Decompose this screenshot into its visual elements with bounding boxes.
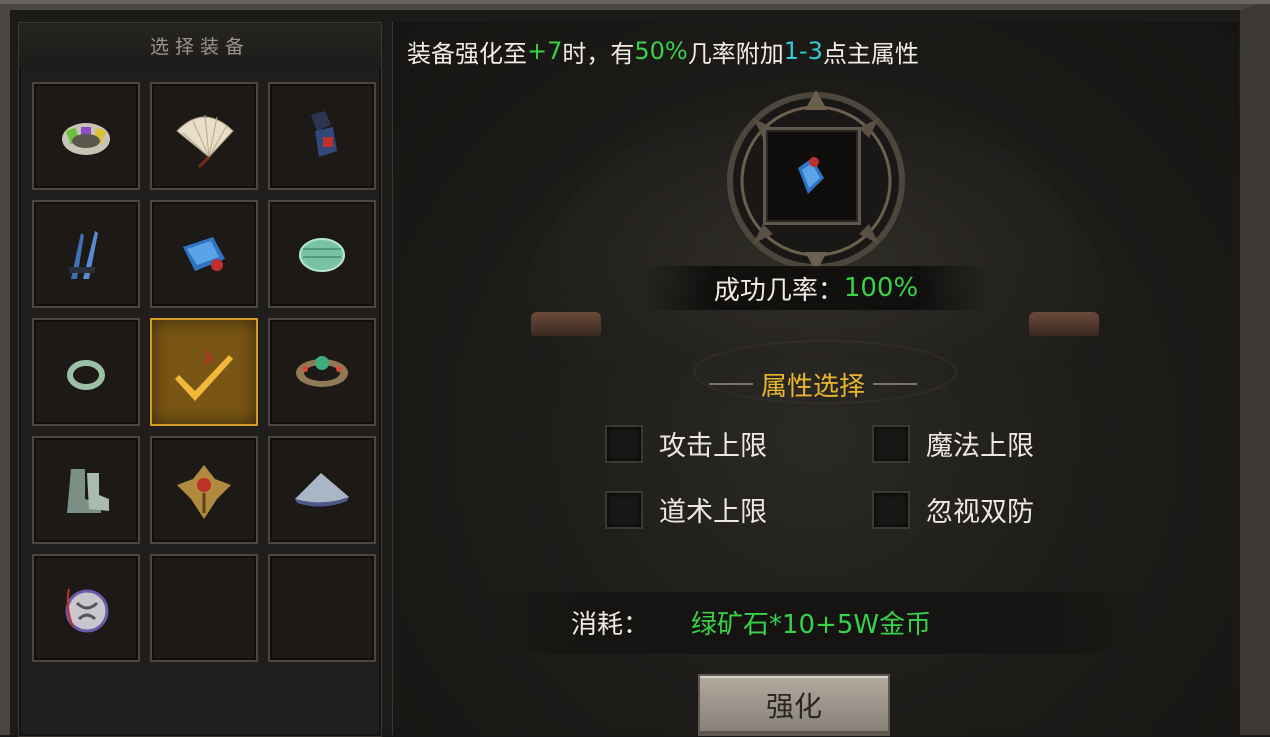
jeweled-ring-icon	[296, 356, 348, 387]
boots-icon	[67, 469, 109, 513]
enhance-button[interactable]: 强化	[698, 674, 890, 736]
equipment-slot-11[interactable]	[150, 436, 258, 544]
option-taoism-max[interactable]: 道术上限	[605, 490, 767, 529]
attack-max-label: 攻击上限	[659, 431, 767, 462]
eagle-amulet-icon	[177, 465, 231, 519]
taoism-max-label: 道术上限	[659, 497, 767, 528]
option-ignore-defense[interactable]: 忽视双防	[872, 490, 1034, 529]
medallion-icon	[65, 588, 109, 633]
jade-ring-icon	[67, 360, 105, 390]
target-equipment-slot[interactable]	[763, 127, 861, 225]
attribute-select-title: 属性选择	[693, 364, 933, 404]
panel-title: 选择装备	[19, 23, 381, 67]
option-attack-max[interactable]: 攻击上限	[605, 424, 767, 463]
cost-value: 绿矿石*10+5W金币	[691, 610, 932, 640]
bonus-chance: 50%	[634, 37, 688, 65]
success-rate: 成功几率： 100%	[643, 266, 989, 310]
gauntlet-icon	[311, 111, 337, 157]
blue-bracer-icon	[183, 237, 225, 271]
enhance-level: +7	[527, 37, 563, 65]
success-rate-value: 100%	[843, 273, 919, 303]
equipment-slot-6[interactable]	[268, 200, 376, 308]
equipment-slot-12[interactable]	[268, 436, 376, 544]
selected-check-icon	[175, 347, 233, 401]
equipment-slot-13[interactable]	[32, 554, 140, 662]
magic-max-label: 魔法上限	[926, 431, 1034, 462]
equipment-slot-1[interactable]	[32, 82, 140, 190]
equipment-slot-5[interactable]	[150, 200, 258, 308]
cost-label: 消耗：	[571, 610, 650, 640]
claw-weapon-icon	[69, 231, 98, 279]
bracelet-gem-icon	[62, 123, 110, 155]
success-rate-label: 成功几率：	[713, 275, 844, 306]
attack-max-checkbox[interactable]	[605, 424, 643, 463]
title-ornament-right	[873, 383, 917, 385]
enhance-info-text: 装备强化至 +7 时，有 50% 几率附加 1-3 点主属性	[407, 37, 919, 68]
equipment-slot-15-empty[interactable]	[268, 554, 376, 662]
equipment-slot-8-selected[interactable]	[150, 318, 258, 426]
right-lamp-decoration	[1029, 312, 1099, 336]
equipment-slot-9[interactable]	[268, 318, 376, 426]
magic-max-checkbox[interactable]	[872, 424, 910, 463]
left-lamp-decoration	[531, 312, 601, 336]
fan-icon	[176, 114, 234, 169]
jade-bracelet-icon	[299, 238, 345, 272]
equipment-slot-10[interactable]	[32, 436, 140, 544]
ignore-defense-label: 忽视双防	[926, 497, 1034, 528]
bonus-range: 1-3	[783, 37, 823, 65]
option-magic-max[interactable]: 魔法上限	[872, 424, 1034, 463]
equipment-slot-14-empty[interactable]	[150, 554, 258, 662]
blue-bracer-icon	[798, 157, 824, 194]
taoism-max-checkbox[interactable]	[605, 490, 643, 529]
equipment-slot-2[interactable]	[150, 82, 258, 190]
hat-icon	[295, 473, 349, 507]
ignore-defense-checkbox[interactable]	[872, 490, 910, 529]
equipment-slot-4[interactable]	[32, 200, 140, 308]
equipment-slot-7[interactable]	[32, 318, 140, 426]
equipment-slot-3[interactable]	[268, 82, 376, 190]
title-ornament-left	[708, 383, 753, 385]
enhance-panel: 装备强化至 +7 时，有 50% 几率附加 1-3 点主属性 成功几率： 100% 属性选择…	[392, 22, 1239, 736]
